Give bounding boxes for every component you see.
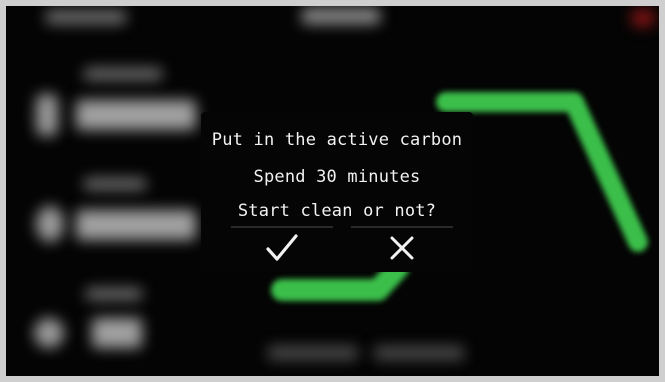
display-screen: Put in the active carbon Spend 30 minute… — [6, 6, 659, 376]
checkmark-icon — [265, 233, 299, 263]
close-icon — [389, 235, 415, 261]
clean-confirm-dialog: Put in the active carbon Spend 30 minute… — [201, 112, 473, 272]
cancel-button[interactable] — [351, 226, 453, 268]
dialog-line-question: Start clean or not? — [237, 201, 437, 221]
confirm-button[interactable] — [231, 226, 333, 268]
dialog-line-carbon: Put in the active carbon — [211, 130, 463, 150]
device-frame: Put in the active carbon Spend 30 minute… — [0, 0, 665, 382]
dialog-line-duration: Spend 30 minutes — [253, 167, 421, 187]
